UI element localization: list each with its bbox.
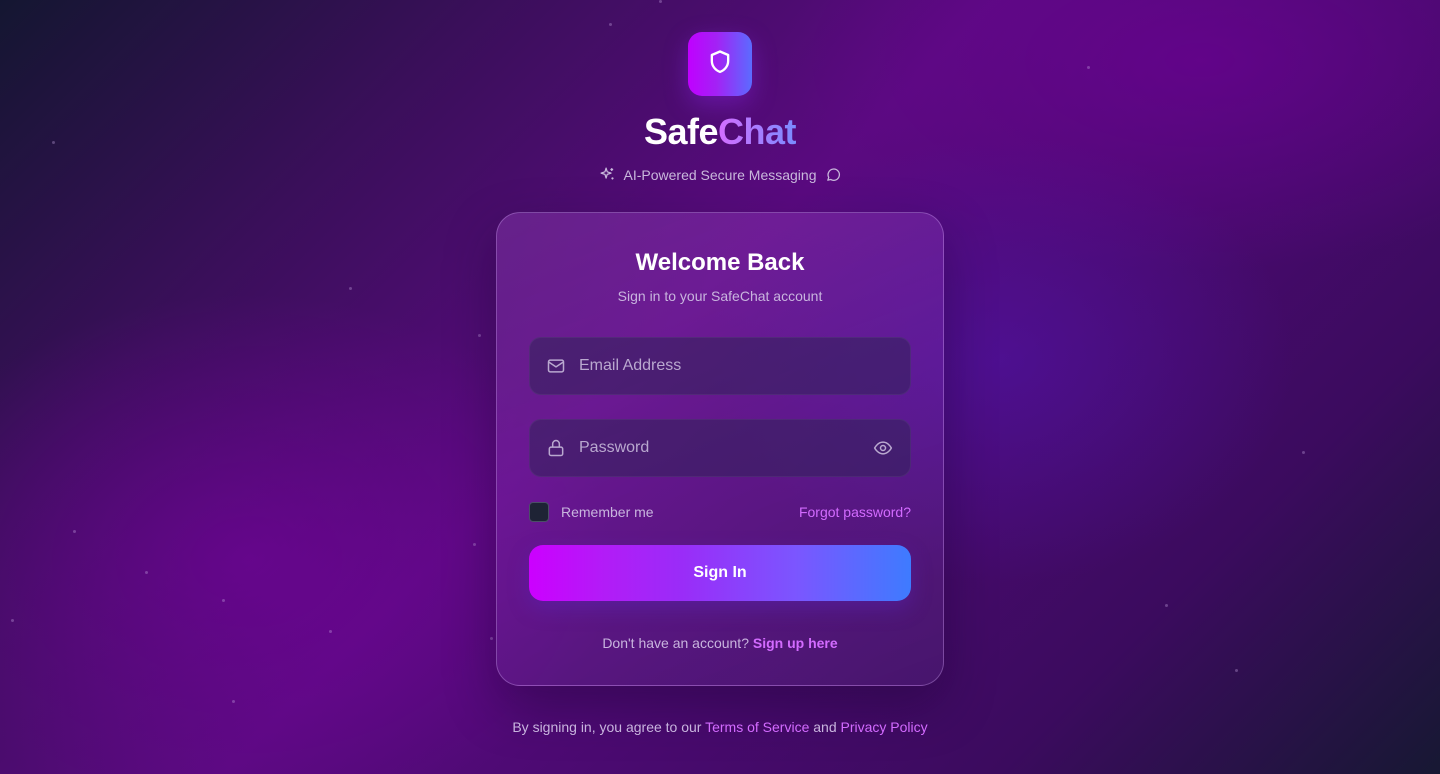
app-logo	[688, 32, 752, 96]
background-star	[145, 571, 148, 574]
password-input[interactable]	[579, 420, 872, 476]
app-name-part2: Chat	[718, 111, 797, 152]
background-star	[222, 599, 225, 602]
background-star	[329, 630, 332, 633]
sign-in-button[interactable]: Sign In	[529, 545, 911, 601]
lock-icon	[546, 438, 566, 458]
legal-prefix: By signing in, you agree to our	[512, 719, 702, 735]
terms-link[interactable]: Terms of Service	[705, 719, 809, 735]
sign-up-link[interactable]: Sign up here	[753, 635, 838, 651]
card-subtitle: Sign in to your SafeChat account	[617, 288, 823, 304]
form-options: Remember me Forgot password?	[529, 502, 911, 522]
password-field[interactable]	[529, 419, 911, 477]
app-name: SafeChat	[643, 111, 797, 152]
login-card: Welcome Back Sign in to your SafeChat ac…	[496, 212, 944, 686]
email-field[interactable]	[529, 337, 911, 395]
remember-label: Remember me	[561, 504, 654, 520]
forgot-password-link[interactable]: Forgot password?	[799, 504, 911, 520]
background-star	[232, 700, 235, 703]
tagline: AI-Powered Secure Messaging	[599, 166, 842, 183]
background-star	[11, 619, 14, 622]
email-input[interactable]	[579, 338, 910, 394]
background-star	[1302, 451, 1305, 454]
sparkles-icon	[599, 166, 616, 183]
background-star	[1235, 669, 1238, 672]
signup-prompt-text: Don't have an account?	[602, 635, 749, 651]
legal-notice: By signing in, you agree to our Terms of…	[0, 719, 1440, 735]
background-star	[73, 530, 76, 533]
background-star	[473, 543, 476, 546]
app-name-part1: Safe	[643, 111, 719, 152]
shield-icon	[706, 48, 734, 81]
background-star	[1165, 604, 1168, 607]
legal-conjunction: and	[813, 719, 837, 735]
background-star	[349, 287, 352, 290]
mail-icon	[546, 356, 566, 376]
tagline-text: AI-Powered Secure Messaging	[623, 166, 817, 183]
background-star	[609, 23, 612, 26]
card-title: Welcome Back	[635, 249, 805, 276]
eye-icon[interactable]	[872, 437, 894, 459]
remember-checkbox[interactable]	[529, 502, 549, 522]
background-star	[659, 0, 662, 3]
chat-bubble-icon	[825, 166, 842, 183]
signup-prompt: Don't have an account? Sign up here	[497, 635, 943, 651]
background-star	[478, 334, 481, 337]
privacy-link[interactable]: Privacy Policy	[841, 719, 928, 735]
brand-header: SafeChat AI-Powered Secure Messaging	[0, 32, 1440, 183]
remember-me[interactable]: Remember me	[529, 502, 654, 522]
background-star	[490, 637, 493, 640]
